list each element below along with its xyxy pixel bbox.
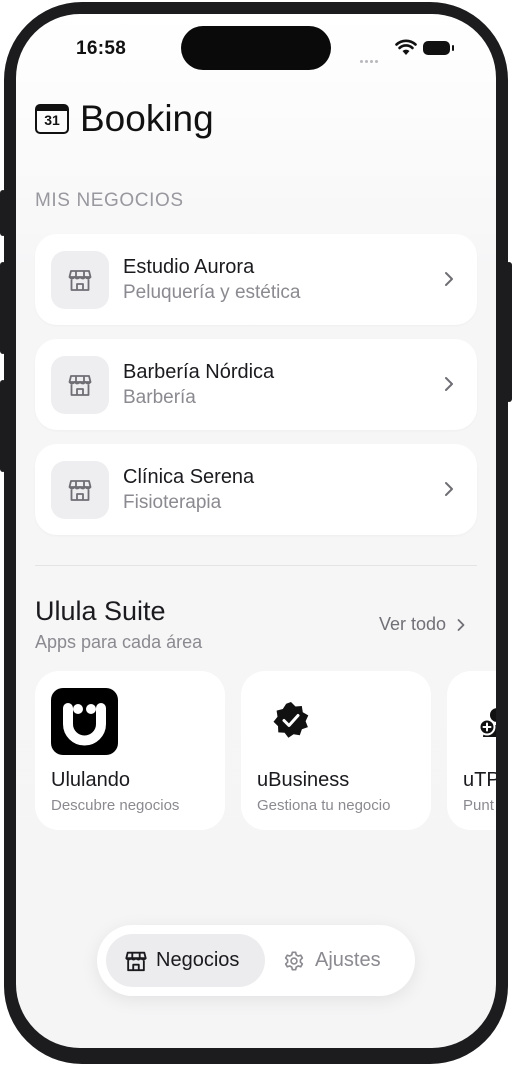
- status-bar: 16:58: [16, 14, 496, 84]
- dynamic-island: [181, 26, 331, 70]
- suite-title: Ulula Suite: [35, 596, 166, 626]
- calendar-icon: 31: [35, 104, 69, 134]
- app-header: 31 Booking: [35, 98, 214, 140]
- business-card[interactable]: Clínica Serena Fisioterapia: [35, 444, 477, 535]
- app-card-ululando[interactable]: Ululando Descubre negocios: [35, 671, 225, 830]
- tab-negocios[interactable]: Negocios: [106, 934, 265, 987]
- tab-label: Negocios: [156, 949, 240, 971]
- chevron-right-icon: [445, 377, 453, 391]
- app-description: Gestiona tu negocio: [257, 797, 391, 814]
- business-name: Estudio Aurora: [123, 256, 255, 278]
- store-icon: [51, 461, 109, 519]
- tab-ajustes[interactable]: Ajustes: [275, 934, 405, 987]
- chevron-right-icon: [445, 272, 453, 286]
- volume-down-button: [0, 380, 6, 472]
- store-icon: [125, 951, 147, 971]
- screen: 16:58 31 Booking MIS NEGOCIOS Estudio Au…: [16, 14, 496, 1048]
- signal-icon: [360, 50, 380, 68]
- add-user-icon: [478, 708, 496, 737]
- battery-icon: [423, 41, 454, 55]
- section-label-businesses: MIS NEGOCIOS: [35, 190, 184, 211]
- app-description: Punt: [463, 797, 494, 814]
- suite-subtitle: Apps para cada área: [35, 632, 203, 652]
- business-category: Fisioterapia: [123, 492, 222, 513]
- calendar-icon-day: 31: [44, 112, 60, 128]
- business-category: Barbería: [123, 387, 196, 408]
- verified-badge-icon: [273, 702, 309, 738]
- action-button: [0, 190, 6, 236]
- ululando-logo-icon: [51, 688, 118, 755]
- tab-label: Ajustes: [315, 949, 381, 971]
- section-divider: [35, 565, 477, 566]
- business-card[interactable]: Barbería Nórdica Barbería: [35, 339, 477, 430]
- app-name: Ululando: [51, 769, 130, 791]
- business-name: Clínica Serena: [123, 466, 255, 488]
- see-all-link[interactable]: Ver todo: [379, 614, 466, 635]
- business-card[interactable]: Estudio Aurora Peluquería y estética: [35, 234, 477, 325]
- gear-icon: [284, 950, 304, 971]
- business-category: Peluquería y estética: [123, 282, 301, 303]
- tab-bar: Negocios Ajustes: [97, 925, 415, 996]
- store-icon: [51, 356, 109, 414]
- power-button: [506, 262, 512, 402]
- wifi-icon: [395, 39, 417, 55]
- app-name: uTP: [463, 769, 496, 791]
- business-name: Barbería Nórdica: [123, 361, 275, 383]
- see-all-label: Ver todo: [379, 614, 447, 634]
- app-description: Descubre negocios: [51, 797, 180, 814]
- chevron-right-icon: [457, 618, 465, 631]
- app-card-utp[interactable]: uTP Punt: [447, 671, 496, 830]
- app-card-ubusiness[interactable]: uBusiness Gestiona tu negocio: [241, 671, 431, 830]
- chevron-right-icon: [445, 482, 453, 496]
- store-icon: [51, 251, 109, 309]
- status-time: 16:58: [76, 38, 127, 59]
- app-name: uBusiness: [257, 769, 350, 791]
- page-title: Booking: [80, 98, 214, 139]
- volume-up-button: [0, 262, 6, 354]
